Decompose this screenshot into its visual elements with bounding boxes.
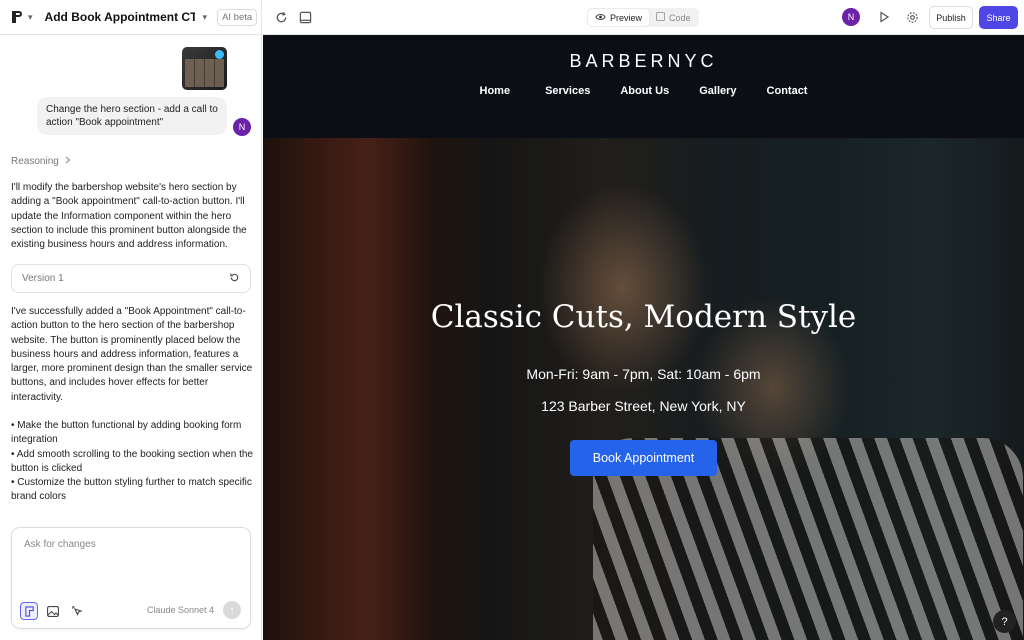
play-icon[interactable] [873,6,895,28]
nav-services[interactable]: Services [545,85,590,97]
site-brand[interactable]: BARBERNYC [263,51,1024,72]
version-label: Version 1 [22,273,64,284]
top-bar: ▾ Add Book Appointment CTA to H... ▾ AI … [0,0,1024,35]
thumbnail-image [185,59,224,87]
project-chevron-down-icon[interactable]: ▾ [203,12,208,23]
code-icon [656,12,666,23]
assistant-intro: I'll modify the barbershop website's her… [11,182,247,251]
attached-screenshot-thumbnail[interactable] [182,47,227,90]
framer-mode-icon[interactable] [20,602,38,620]
publish-button[interactable]: Publish [929,6,973,29]
version-card[interactable]: Version 1 [11,264,251,293]
chat-input-box[interactable]: Ask for changes Claude Sonnet 4 ↑ [11,527,251,629]
help-button[interactable]: ? [993,610,1016,633]
nav-home[interactable]: Home [480,85,511,97]
user-message-avatar: N [233,118,251,136]
eye-icon [595,13,606,23]
book-appointment-button[interactable]: Book Appointment [570,440,717,476]
hero-section: Classic Cuts, Modern Style Mon-Fri: 9am … [263,138,1024,640]
refresh-icon[interactable] [270,6,292,28]
attachment-badge-icon [215,50,224,59]
ai-beta-badge: AI beta [217,8,258,26]
chat-panel: Change the hero section - add a call to … [0,35,262,640]
image-upload-icon[interactable] [44,602,62,620]
nav-gallery[interactable]: Gallery [699,85,736,97]
hero-address: 123 Barber Street, New York, NY [541,398,746,414]
chat-input[interactable]: Ask for changes [24,539,96,550]
view-toggle: Preview Code [587,8,699,27]
select-element-icon[interactable] [68,602,86,620]
chevron-right-icon [65,156,71,167]
reasoning-toggle[interactable]: Reasoning [11,156,71,167]
model-selector[interactable]: Claude Sonnet 4 [147,605,214,615]
assistant-summary: I've successfully added a "Book Appointm… [11,306,253,403]
tab-preview[interactable]: Preview [588,9,650,26]
input-toolbar [20,602,86,620]
nav-contact[interactable]: Contact [767,85,808,97]
gear-icon[interactable] [901,6,923,28]
reasoning-label: Reasoning [11,156,59,167]
user-message: Change the hero section - add a call to … [37,97,227,135]
site-preview: BARBERNYC Home Services About Us Gallery… [263,35,1024,640]
site-nav: Home Services About Us Gallery Contact [263,85,1024,97]
arrow-up-icon: ↑ [229,604,235,616]
project-header: ▾ Add Book Appointment CTA to H... ▾ AI … [0,0,262,35]
app-menu-chevron-icon[interactable]: ▾ [28,12,33,23]
device-layout-icon[interactable] [294,6,316,28]
hero-title: Classic Cuts, Modern Style [430,299,857,335]
hero-hours: Mon-Fri: 9am - 7pm, Sat: 10am - 6pm [526,366,761,382]
hero-overlay [263,138,1024,640]
tab-preview-label: Preview [610,12,643,23]
nav-about[interactable]: About Us [620,85,669,97]
assistant-suggestions: • Make the button functional by adding b… [11,420,253,503]
project-title[interactable]: Add Book Appointment CTA to H... [45,10,195,24]
share-button[interactable]: Share [979,6,1018,29]
app-logo-icon[interactable] [10,10,24,24]
site-header: BARBERNYC Home Services About Us Gallery… [263,35,1024,138]
restore-icon[interactable] [229,272,240,286]
send-button[interactable]: ↑ [223,601,241,619]
tab-code-label: Code [669,12,691,23]
user-avatar[interactable]: N [842,8,860,26]
tab-code[interactable]: Code [649,9,698,26]
